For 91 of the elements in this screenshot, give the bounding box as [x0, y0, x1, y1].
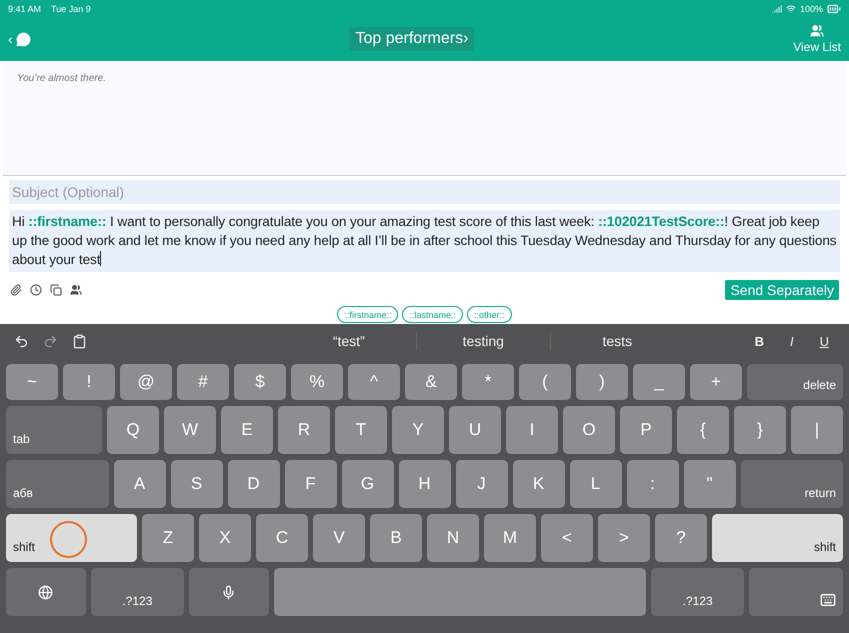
- keyboard-key[interactable]: Q: [107, 406, 159, 454]
- keyboard-key[interactable]: tab: [6, 406, 102, 454]
- clock-icon[interactable]: [30, 284, 42, 296]
- merge-tag-chip[interactable]: ::lastname::: [402, 306, 464, 324]
- message-field[interactable]: Hi ::firstname:: I want to personally congratulate you on your amazing test score of this last week: ::102021TestScore::! Great job keep up the good work and let me know if you need any help at all I’ll be in after school this Tuesday Wednesday and Thursday for any questions about your test: [9, 210, 840, 272]
- keyboard-key[interactable]: return: [740, 460, 843, 508]
- signal-icon: [772, 4, 782, 14]
- keyboard-key[interactable]: ?: [655, 514, 707, 562]
- keyboard-key[interactable]: O: [563, 406, 615, 454]
- keyboard-key[interactable]: W: [164, 406, 216, 454]
- keyboard-key[interactable]: &: [405, 364, 457, 400]
- status-time: 9:41 AM: [8, 4, 42, 14]
- shift-key[interactable]: shift: [6, 514, 137, 562]
- shift-key[interactable]: shift: [712, 514, 843, 562]
- keyboard-key[interactable]: .?123: [90, 568, 184, 616]
- keyboard-key[interactable]: $: [234, 364, 286, 400]
- redo-icon[interactable]: [43, 334, 58, 349]
- group-icon: [810, 24, 824, 38]
- touch-indicator: [50, 521, 87, 558]
- suggestion-item[interactable]: tests: [550, 332, 684, 350]
- battery-icon: [827, 2, 841, 16]
- keyboard-key[interactable]: delete: [747, 364, 843, 400]
- keyboard-key[interactable]: *: [462, 364, 514, 400]
- back-button[interactable]: ‹: [8, 31, 31, 48]
- keyboard-key[interactable]: N: [427, 514, 479, 562]
- keyboard-key[interactable]: ^: [348, 364, 400, 400]
- format-button[interactable]: B: [748, 332, 770, 350]
- keyboard-key[interactable]: E: [221, 406, 273, 454]
- keyboard-key[interactable]: Z: [142, 514, 194, 562]
- keyboard-key[interactable]: P: [620, 406, 672, 454]
- keyboard-key[interactable]: (: [519, 364, 571, 400]
- keyboard-key[interactable]: Y: [392, 406, 444, 454]
- keyboard-key[interactable]: %: [291, 364, 343, 400]
- keyboard-key[interactable]: :: [626, 460, 678, 508]
- keyboard-key[interactable]: }: [734, 406, 786, 454]
- keyboard-key[interactable]: I: [506, 406, 558, 454]
- title-button[interactable]: Top performers›: [349, 27, 474, 52]
- clipboard-icon[interactable]: [72, 334, 87, 349]
- keyboard-key[interactable]: J: [456, 460, 508, 508]
- group-icon[interactable]: [70, 284, 82, 296]
- keyboard-key[interactable]: +: [690, 364, 742, 400]
- keyboard-key[interactable]: L: [570, 460, 622, 508]
- keyboard-key[interactable]: H: [398, 460, 450, 508]
- keyboard-key[interactable]: #: [177, 364, 229, 400]
- merge-tag-chip[interactable]: ::firstname::: [337, 306, 398, 324]
- keyboard-key[interactable]: @: [120, 364, 172, 400]
- battery-percent: 100%: [800, 4, 823, 14]
- keyboard-key[interactable]: ~: [6, 364, 58, 400]
- keyboard-key[interactable]: ": [684, 460, 736, 508]
- keyboard-key[interactable]: !: [63, 364, 115, 400]
- keyboard-key[interactable]: X: [199, 514, 251, 562]
- keyboard-key[interactable]: U: [449, 406, 501, 454]
- keyboard-key[interactable]: _: [633, 364, 685, 400]
- paperclip-icon[interactable]: [10, 284, 22, 296]
- keyboard-key[interactable]: |: [791, 406, 843, 454]
- suggestion-item[interactable]: testing: [416, 332, 550, 350]
- hint-text: You’re almost there.: [3, 60, 846, 176]
- suggestion-item[interactable]: “test”: [282, 332, 416, 350]
- view-list-button[interactable]: View List: [793, 24, 841, 54]
- keyboard-key[interactable]: {: [677, 406, 729, 454]
- keyboard-key[interactable]: S: [170, 460, 222, 508]
- keyboard-key[interactable]: M: [484, 514, 536, 562]
- wifi-icon: [786, 4, 796, 14]
- status-date: Tue Jan 9: [51, 4, 91, 14]
- format-button[interactable]: U: [814, 332, 835, 350]
- send-separately-button[interactable]: Send Separately: [725, 280, 839, 300]
- keyboard-key[interactable]: ): [576, 364, 628, 400]
- keyboard-key[interactable]: T: [335, 406, 387, 454]
- keyboard-key[interactable]: .?123: [650, 568, 744, 616]
- copy-icon[interactable]: [50, 284, 62, 296]
- keyboard-key[interactable]: >: [598, 514, 650, 562]
- keyboard-key[interactable]: R: [278, 406, 330, 454]
- keyboard-icon: [820, 592, 836, 608]
- undo-icon[interactable]: [14, 334, 29, 349]
- chat-icon: [16, 32, 31, 47]
- format-button[interactable]: I: [784, 332, 800, 350]
- keyboard-key[interactable]: A: [114, 460, 166, 508]
- keyboard-key[interactable]: абв: [6, 460, 108, 508]
- microphone-icon: [221, 584, 236, 600]
- keyboard-key[interactable]: D: [228, 460, 280, 508]
- merge-tag-chip[interactable]: ::other::: [467, 306, 512, 324]
- globe-icon: [38, 584, 54, 600]
- globe-key[interactable]: [6, 568, 86, 616]
- keyboard-key[interactable]: <: [541, 514, 593, 562]
- subject-field[interactable]: Subject (Optional): [9, 180, 840, 204]
- keyboard-key[interactable]: B: [370, 514, 422, 562]
- keyboard-key[interactable]: F: [284, 460, 336, 508]
- keyboard-key[interactable]: C: [256, 514, 308, 562]
- keyboard-key[interactable]: G: [342, 460, 394, 508]
- keyboard-key[interactable]: K: [512, 460, 564, 508]
- keyboard-key[interactable]: V: [313, 514, 365, 562]
